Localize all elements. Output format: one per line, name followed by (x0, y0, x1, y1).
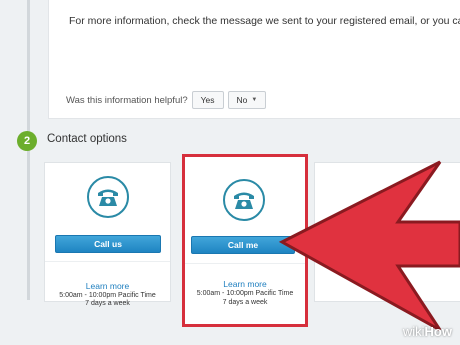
watermark-prefix: wiki (402, 324, 425, 339)
watermark-suffix: How (424, 324, 452, 339)
red-arrow-icon (278, 160, 460, 332)
wikihow-watermark: wikiHow (403, 324, 452, 339)
